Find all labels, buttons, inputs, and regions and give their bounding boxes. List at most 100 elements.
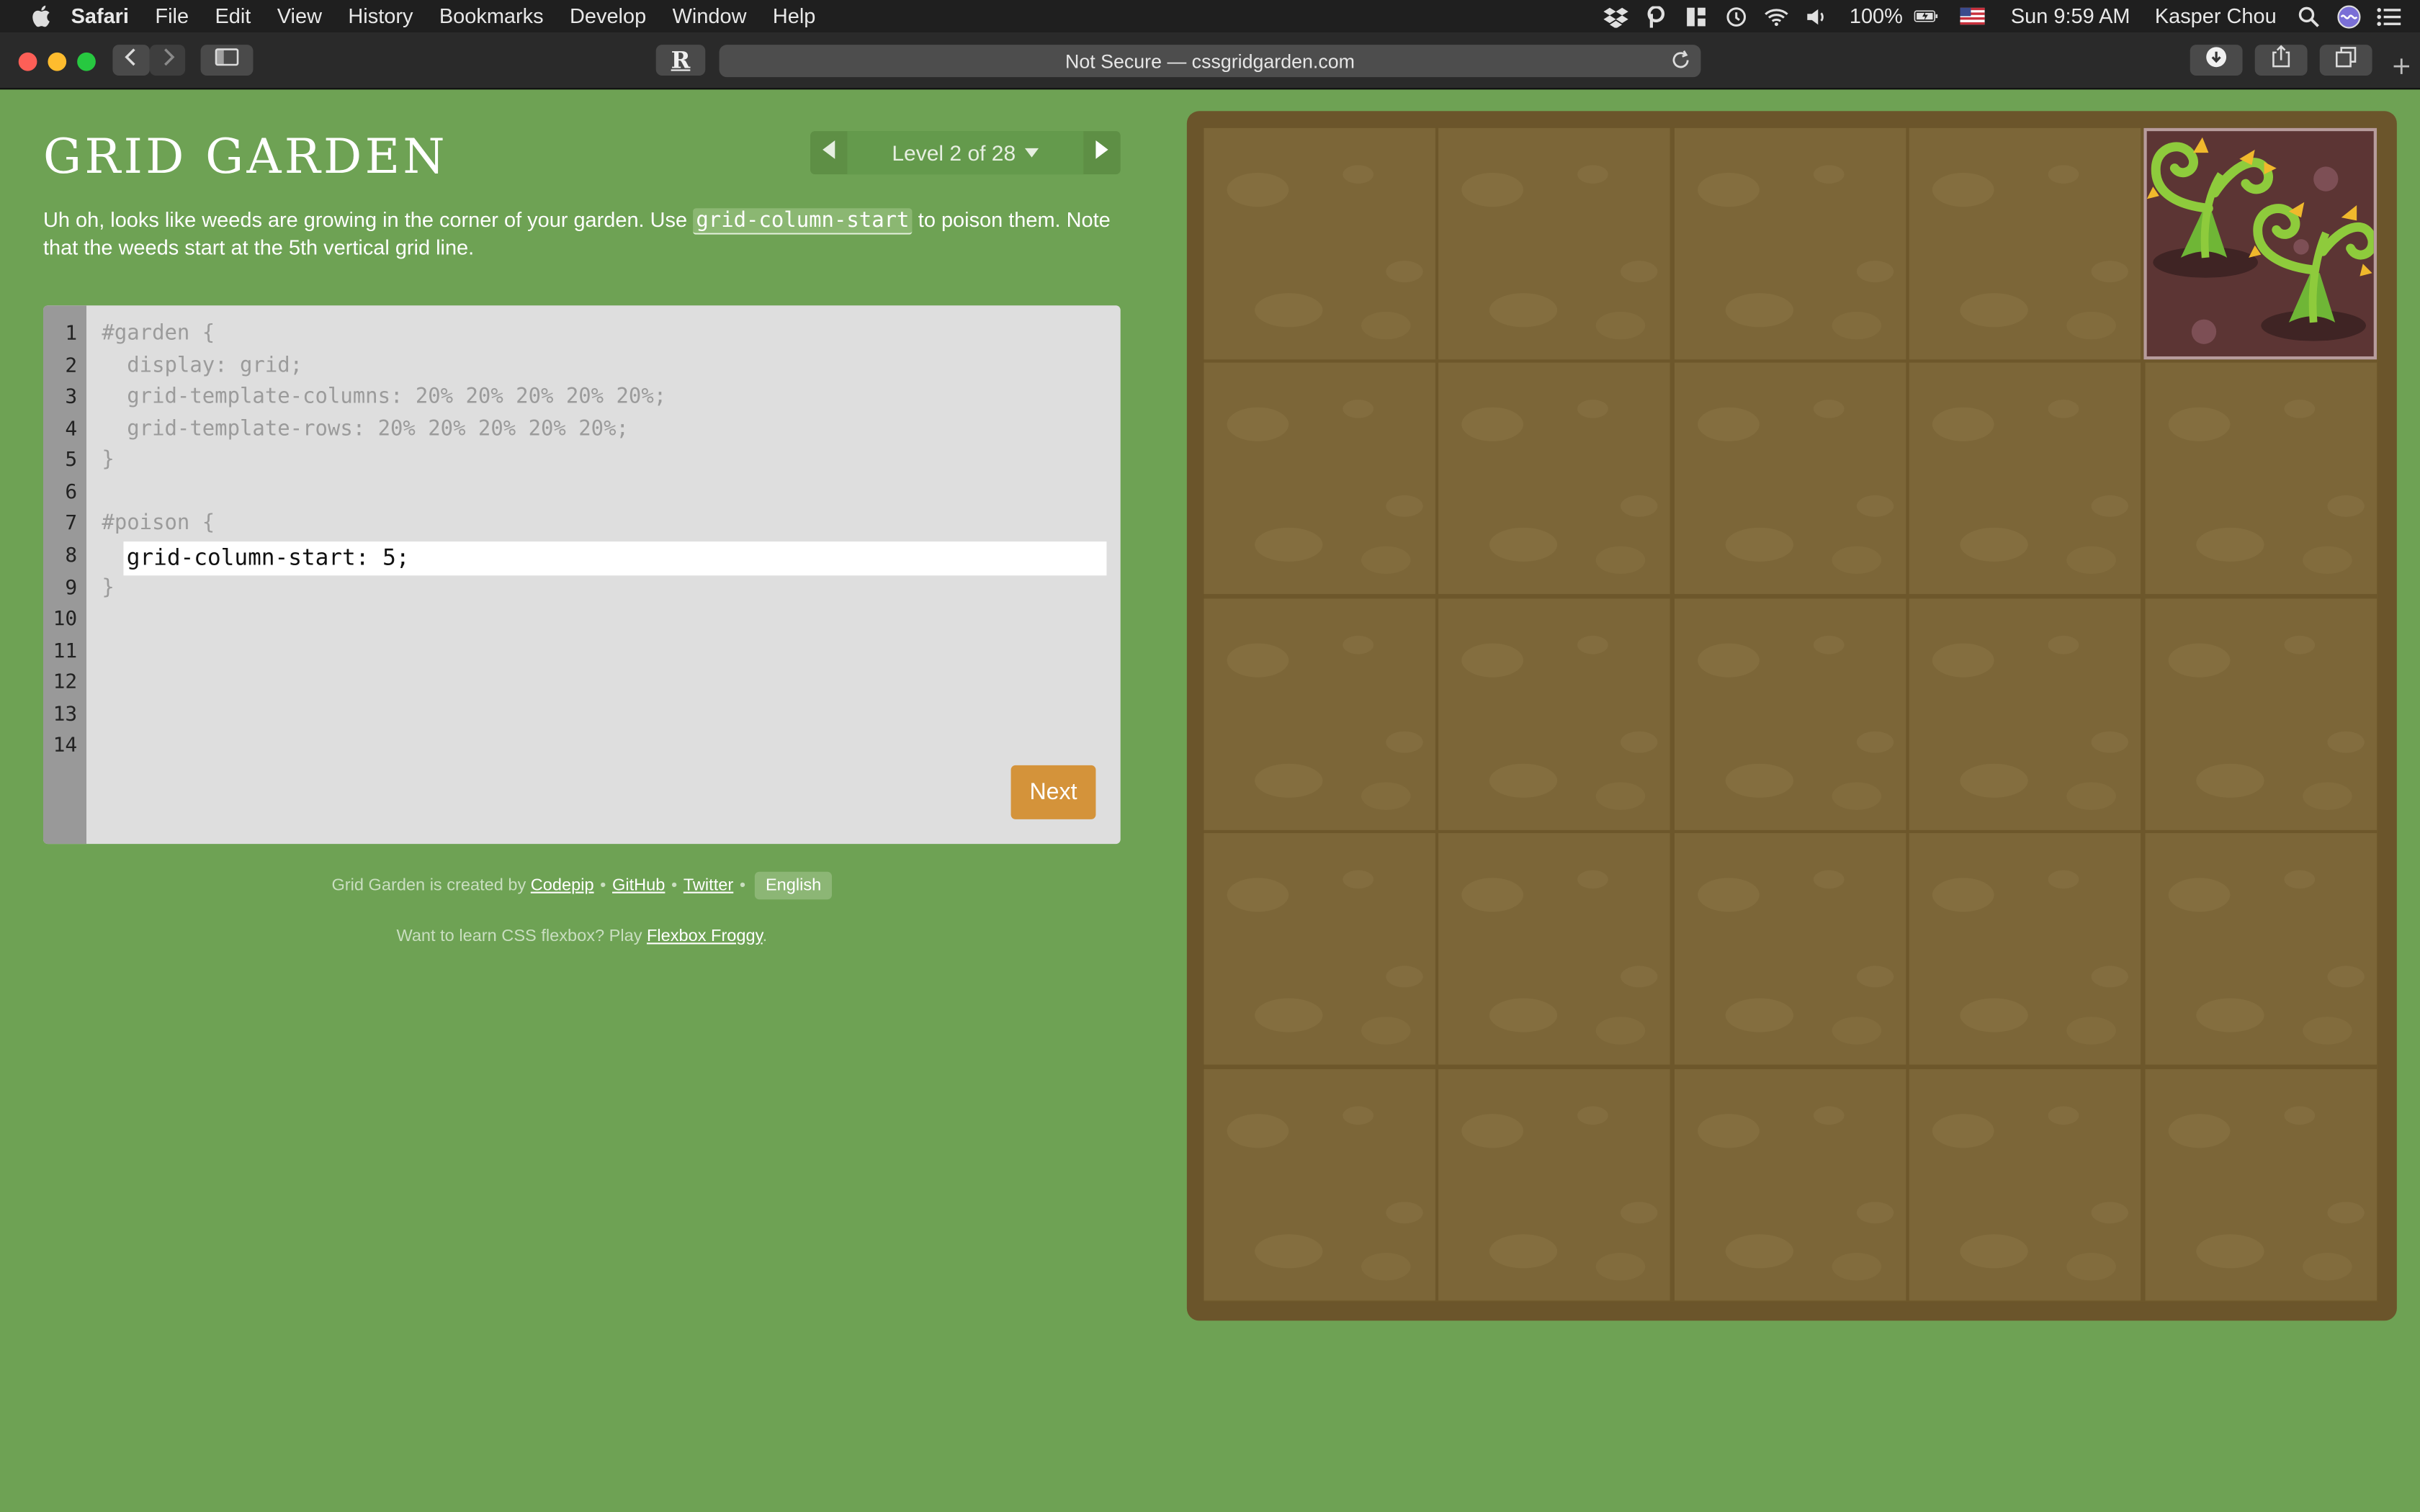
menu-edit[interactable]: Edit: [215, 4, 251, 27]
instructions-code-keyword[interactable]: grid-column-start: [693, 208, 913, 235]
code-line: grid-template-rows: 20% 20% 20% 20% 20%;: [102, 415, 629, 441]
minimize-window-button[interactable]: [48, 52, 67, 71]
forward-button[interactable]: [149, 45, 186, 76]
code-line: grid-template-columns: 20% 20% 20% 20% 2…: [102, 384, 667, 409]
menu-safari[interactable]: Safari: [71, 4, 129, 27]
new-tab-button[interactable]: [2386, 54, 2417, 85]
code-line: #poison {: [102, 510, 215, 536]
us-flag-icon[interactable]: [1960, 6, 1985, 27]
level-label: Level 2 of 28: [892, 140, 1016, 166]
wifi-icon[interactable]: [1765, 6, 1789, 27]
line-number: 4: [65, 417, 78, 441]
garden-cell: [2144, 833, 2377, 1065]
period-text: .: [762, 927, 768, 946]
sidebar-toggle-button[interactable]: [200, 45, 254, 76]
garden-cell: [1438, 127, 1671, 360]
garden-cell: [1204, 833, 1435, 1065]
back-button[interactable]: [112, 45, 150, 76]
triangle-left-icon: [821, 139, 836, 167]
css-editor: 1 2 3 4 5 6 7 8 9 10 11 12 13 14 #garden…: [43, 305, 1121, 845]
garden-cell: [1909, 127, 2141, 360]
garden-cell: [1674, 1068, 1906, 1300]
line-number: 5: [65, 449, 78, 472]
zoom-window-button[interactable]: [77, 52, 96, 71]
line-number-gutter: 1 2 3 4 5 6 7 8 9 10 11 12 13 14: [43, 305, 86, 845]
apple-icon[interactable]: [30, 5, 51, 27]
volume-icon[interactable]: [1805, 6, 1829, 27]
garden-cell: [1674, 363, 1906, 595]
code-line: #garden {: [102, 320, 215, 346]
previous-level-button[interactable]: [810, 131, 847, 174]
next-level-button[interactable]: [1083, 131, 1120, 174]
garden-cell: [1438, 833, 1671, 1065]
dropbox-icon[interactable]: [1604, 6, 1629, 27]
twitter-link[interactable]: Twitter: [684, 876, 733, 895]
browser-toolbar: R Not Secure — cssgridgarden.com: [0, 32, 2420, 90]
tab-overview-button[interactable]: [2319, 45, 2372, 76]
level-navigation: Level 2 of 28: [810, 131, 1121, 175]
menu-bar: Safari File Edit View History Bookmarks …: [0, 0, 2420, 32]
garden-cell: [1204, 1068, 1435, 1300]
menu-window[interactable]: Window: [673, 4, 747, 27]
line-number: 9: [65, 576, 78, 600]
garden-cell: [1909, 833, 2141, 1065]
garden-cell: [1204, 598, 1435, 830]
level-dropdown[interactable]: Level 2 of 28: [847, 131, 1084, 175]
menu-help[interactable]: Help: [773, 4, 815, 27]
language-select[interactable]: English: [754, 871, 833, 900]
line-number: 14: [53, 734, 78, 758]
menu-history[interactable]: History: [348, 4, 413, 27]
page-title: GRID GARDEN: [43, 130, 448, 186]
sidebar-icon: [215, 46, 239, 74]
line-number: 6: [65, 480, 78, 504]
line-number: 10: [53, 608, 78, 631]
line-number: 12: [53, 671, 78, 695]
triangle-right-icon: [1094, 139, 1109, 167]
line-number: 11: [53, 639, 78, 663]
garden-cell: [2144, 1068, 2377, 1300]
window-tiling-icon[interactable]: [1685, 6, 1709, 27]
garden-cell: [1674, 598, 1906, 830]
reader-extension-button[interactable]: R: [655, 45, 706, 76]
siri-icon[interactable]: [2336, 4, 2361, 28]
menu-file[interactable]: File: [155, 4, 189, 27]
menu-clock[interactable]: Sun 9:59 AM: [2011, 4, 2130, 27]
garden-cell: [1674, 127, 1906, 360]
menu-bookmarks[interactable]: Bookmarks: [439, 4, 544, 27]
garden-cell: [2144, 598, 2377, 830]
pushbullet-icon[interactable]: [1644, 5, 1669, 27]
github-link[interactable]: GitHub: [612, 876, 665, 895]
menu-develop[interactable]: Develop: [570, 4, 646, 27]
download-icon: [2205, 45, 2227, 75]
garden-cell: [1204, 363, 1435, 595]
credits-footer: Grid Garden is created by Codepip • GitH…: [43, 871, 1121, 900]
garden-cell: [1204, 127, 1435, 360]
tabs-icon: [2335, 45, 2357, 75]
next-button[interactable]: Next: [1010, 765, 1096, 819]
reload-icon[interactable]: [1670, 50, 1692, 71]
separator-dot: •: [600, 876, 606, 895]
garden-cell: [1674, 833, 1906, 1065]
css-answer-input[interactable]: [123, 541, 1107, 576]
reader-r-icon: R: [671, 46, 691, 74]
close-window-button[interactable]: [18, 52, 37, 71]
garden-cell: [1909, 1068, 2141, 1300]
flexbox-froggy-link[interactable]: Flexbox Froggy: [647, 927, 763, 946]
instructions-text-1: Uh oh, looks like weeds are growing in t…: [43, 208, 694, 232]
share-button[interactable]: [2254, 45, 2308, 76]
caret-down-icon: [1025, 148, 1039, 158]
credits-text: Grid Garden is created by: [331, 876, 526, 895]
url-text: Not Secure — cssgridgarden.com: [1065, 50, 1355, 72]
share-icon: [2270, 45, 2292, 76]
time-machine-icon[interactable]: [1724, 6, 1749, 27]
downloads-button[interactable]: [2190, 45, 2243, 76]
line-number: 13: [53, 703, 78, 726]
menu-user[interactable]: Kasper Chou: [2155, 4, 2277, 27]
notification-center-icon[interactable]: [2377, 6, 2401, 27]
codepip-link[interactable]: Codepip: [531, 876, 594, 895]
menu-view[interactable]: View: [277, 4, 322, 27]
spotlight-search-icon[interactable]: [2297, 6, 2321, 27]
line-number: 1: [65, 322, 78, 346]
address-bar[interactable]: Not Secure — cssgridgarden.com: [719, 45, 1701, 78]
battery-icon[interactable]: [1914, 6, 1938, 27]
